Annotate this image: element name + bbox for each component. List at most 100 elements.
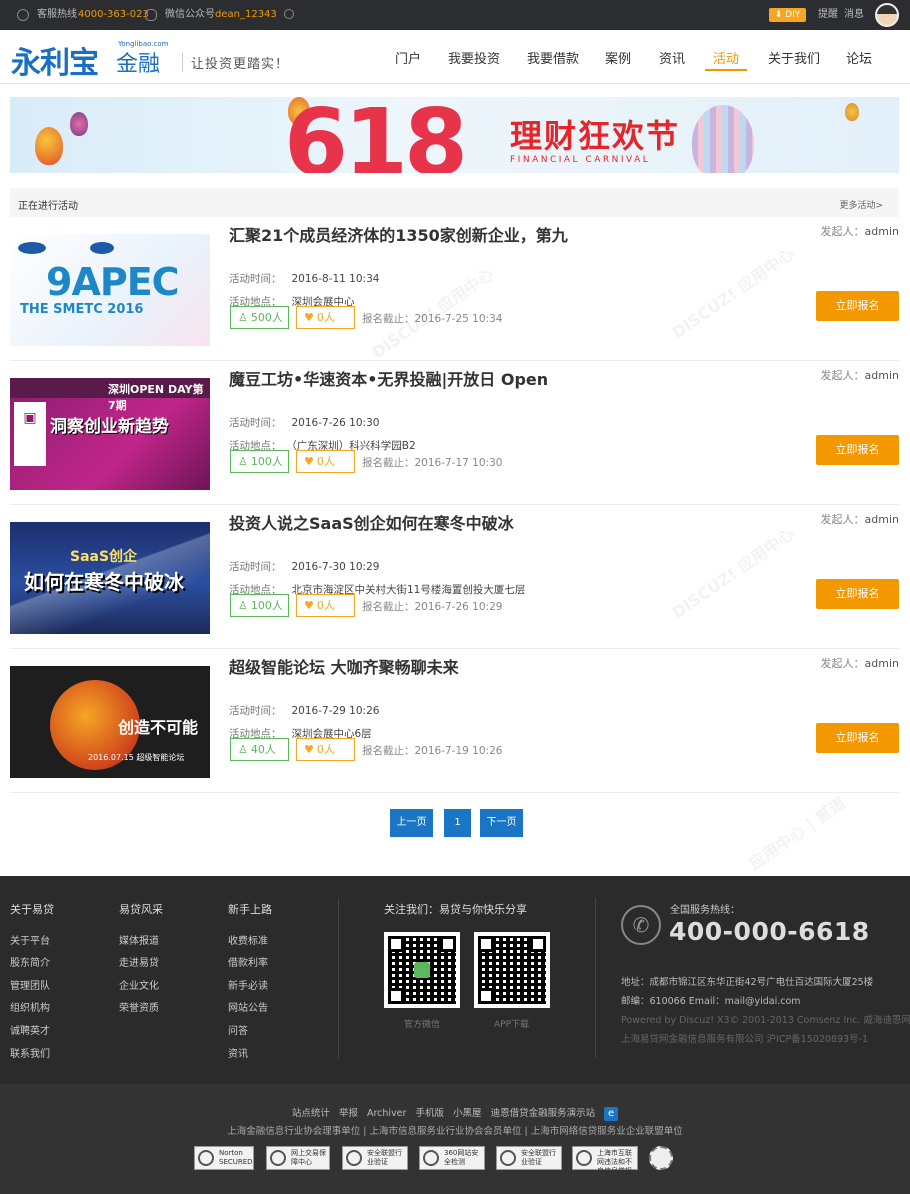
report-center-badge-icon[interactable]: 上海市互联网违法和不良信息举报中心 bbox=[572, 1146, 638, 1184]
footer-link[interactable]: 新手必读 bbox=[228, 977, 268, 992]
footer-link[interactable]: 股东简介 bbox=[10, 954, 50, 969]
signup-button[interactable]: 立即报名 bbox=[816, 435, 899, 465]
user-avatar[interactable] bbox=[875, 3, 899, 27]
signup-button[interactable]: 立即报名 bbox=[816, 291, 899, 321]
likes-count[interactable]: ♥ 0人 bbox=[296, 306, 355, 329]
participants-count[interactable]: ♙ 40人 bbox=[230, 738, 289, 761]
nav-item-about[interactable]: 关于我们 bbox=[768, 48, 820, 67]
wechat-icon bbox=[145, 9, 157, 21]
hotline-label: 客服热线 bbox=[37, 9, 77, 20]
nav-item-portal[interactable]: 门户 bbox=[395, 48, 421, 67]
watermark: 应用中心 | 贰道 bbox=[745, 793, 850, 874]
message-link[interactable]: 消息 bbox=[844, 9, 864, 21]
footer-link[interactable]: 组织机构 bbox=[10, 999, 50, 1014]
bottom-link[interactable]: 手机版 bbox=[415, 1108, 444, 1119]
thumb-badge: ▣ bbox=[14, 402, 46, 466]
footer-link[interactable]: 网站公告 bbox=[228, 999, 268, 1014]
nav-item-news[interactable]: 资讯 bbox=[659, 48, 685, 67]
event-thumbnail[interactable]: 深圳OPEN DAY第7期 洞察创业新趋势 ▣ bbox=[10, 378, 210, 490]
promo-banner[interactable]: 618 理财狂欢节 FINANCIAL CARNIVAL bbox=[10, 97, 899, 173]
footer-link[interactable]: 企业文化 bbox=[119, 977, 159, 992]
nav-item-forum[interactable]: 论坛 bbox=[846, 48, 872, 67]
search-icon[interactable] bbox=[284, 9, 294, 19]
trade-guarantee-badge-icon[interactable]: 网上交易保障中心 bbox=[266, 1146, 330, 1170]
participants-count[interactable]: ♙ 500人 bbox=[230, 306, 289, 329]
page-1-button[interactable]: 1 bbox=[444, 809, 471, 837]
cert-line: 上海金融信息行业协会理事单位 | 上海市信息服务业行业协会会员单位 | 上海市网… bbox=[227, 1126, 683, 1137]
footer-link[interactable]: 诚聘英才 bbox=[10, 1022, 50, 1037]
event-organizer: 发起人：admin bbox=[820, 369, 899, 382]
more-events-link[interactable]: 更多活动> bbox=[839, 198, 883, 211]
app-qr-code[interactable] bbox=[474, 932, 550, 1008]
likes-count[interactable]: ♥ 0人 bbox=[296, 450, 355, 473]
diy-button[interactable]: ⬇ DIY bbox=[769, 8, 806, 22]
wechat-qr-code[interactable] bbox=[384, 932, 460, 1008]
bottom-link[interactable]: 举报 bbox=[339, 1108, 358, 1119]
slogan: 让投资更踏实！ bbox=[182, 53, 289, 72]
footer-link[interactable]: 收费标准 bbox=[228, 932, 268, 947]
event-thumbnail[interactable]: SaaS创企 如何在寒冬中破冰 bbox=[10, 522, 210, 634]
site-header: 永利宝 Yonglibao.com 金融 让投资更踏实！ 门户 我要投资 我要借… bbox=[0, 30, 910, 84]
nav-active-indicator bbox=[705, 69, 747, 71]
event-title[interactable]: 超级智能论坛 大咖齐聚畅聊未来 bbox=[229, 654, 459, 678]
nav-item-events[interactable]: 活动 bbox=[713, 48, 739, 67]
police-badge-icon[interactable] bbox=[649, 1146, 673, 1170]
footer-link[interactable]: 媒体报道 bbox=[119, 932, 159, 947]
bottom-link[interactable]: 迪恩借贷金融服务演示站 bbox=[491, 1108, 596, 1119]
security-alliance-badge-icon[interactable]: 安全联盟行业验证 bbox=[496, 1146, 562, 1170]
event-organizer: 发起人：admin bbox=[820, 225, 899, 238]
nav-item-invest[interactable]: 我要投资 bbox=[448, 48, 500, 67]
phone-icon: ✆ bbox=[621, 905, 661, 945]
footer-link[interactable]: 问答 bbox=[228, 1022, 248, 1037]
footer-email: 邮编：610066 Email：mail@yidai.com bbox=[621, 996, 801, 1007]
wechat-id: dean_12343 bbox=[215, 9, 277, 20]
remind-link[interactable]: 提醒 bbox=[818, 9, 838, 21]
participants-count[interactable]: ♙ 100人 bbox=[230, 594, 289, 617]
thumb-title: 9APEC bbox=[46, 260, 180, 304]
thumb-subtitle: SaaS创企 bbox=[70, 549, 138, 565]
prev-page-button[interactable]: 上一页 bbox=[390, 809, 433, 837]
hotline-number: 400-000-6618 bbox=[669, 917, 870, 946]
footer-link[interactable]: 荣誉资质 bbox=[119, 999, 159, 1014]
360-security-badge-icon[interactable]: 360网站安全检测 bbox=[419, 1146, 485, 1170]
bottom-link[interactable]: 小黑屋 bbox=[453, 1108, 482, 1119]
event-title[interactable]: 汇聚21个成员经济体的1350家创新企业，第九 bbox=[229, 222, 568, 246]
thumb-title: 创造不可能 bbox=[118, 718, 199, 737]
signup-deadline: 报名截止：2016-7-17 10:30 bbox=[362, 457, 503, 469]
heart-icon: ♥ bbox=[304, 311, 314, 324]
balloon-icon bbox=[692, 105, 754, 173]
wechat-label: 微信公众号 bbox=[165, 9, 215, 20]
nav-item-cases[interactable]: 案例 bbox=[605, 48, 631, 67]
footer-link[interactable]: 管理团队 bbox=[10, 977, 50, 992]
next-page-button[interactable]: 下一页 bbox=[480, 809, 523, 837]
footer-powered: Powered by Discuz! X3© 2001-2013 Comsenz… bbox=[621, 1015, 910, 1026]
signup-button[interactable]: 立即报名 bbox=[816, 579, 899, 609]
thumb-title: 洞察创业新趋势 bbox=[50, 417, 169, 437]
bottom-link[interactable]: Archiver bbox=[367, 1108, 406, 1119]
user-icon: ♙ bbox=[238, 599, 248, 612]
likes-count[interactable]: ♥ 0人 bbox=[296, 594, 355, 617]
event-title[interactable]: 魔豆工坊•华速资本•无界投融|开放日 Open bbox=[229, 366, 548, 390]
footer-col-title: 易贷风采 bbox=[119, 903, 163, 916]
bottom-link[interactable]: 站点统计 bbox=[292, 1108, 330, 1119]
event-title[interactable]: 投资人说之SaaS创企如何在寒冬中破冰 bbox=[229, 510, 514, 534]
event-thumbnail[interactable]: 创造不可能 2016.07.15 超级智能论坛 bbox=[10, 666, 210, 778]
footer-link[interactable]: 联系我们 bbox=[10, 1045, 50, 1060]
signup-button[interactable]: 立即报名 bbox=[816, 723, 899, 753]
follow-title: 关注我们：易贷与你快乐分享 bbox=[384, 903, 527, 916]
likes-count[interactable]: ♥ 0人 bbox=[296, 738, 355, 761]
norton-badge-icon[interactable]: Norton SECURED bbox=[194, 1146, 254, 1170]
footer-link[interactable]: 借款利率 bbox=[228, 954, 268, 969]
event-thumbnail[interactable]: 9APEC THE SMETC 2016 bbox=[10, 234, 210, 346]
security-alliance-badge-icon[interactable]: 安全联盟行业验证 bbox=[342, 1146, 408, 1170]
footer-link[interactable]: 走进易贷 bbox=[119, 954, 159, 969]
footer-link[interactable]: 关于平台 bbox=[10, 932, 50, 947]
ie-icon[interactable]: e bbox=[604, 1107, 619, 1121]
balloon-icon bbox=[70, 112, 88, 136]
nav-item-borrow[interactable]: 我要借款 bbox=[527, 48, 579, 67]
signup-deadline: 报名截止：2016-7-25 10:34 bbox=[362, 313, 503, 325]
logo[interactable]: 永利宝 bbox=[11, 38, 99, 82]
footer-link[interactable]: 资讯 bbox=[228, 1045, 248, 1060]
participants-count[interactable]: ♙ 100人 bbox=[230, 450, 289, 473]
event-time: 活动时间： 2016-7-26 10:30 bbox=[229, 417, 380, 429]
